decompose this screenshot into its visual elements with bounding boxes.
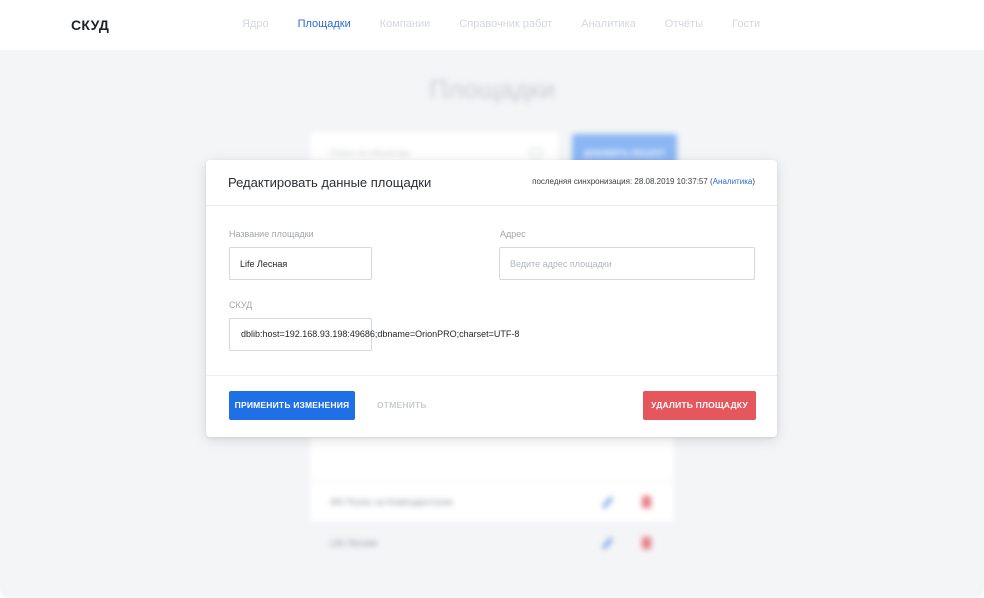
app-logo[interactable]: СКУД bbox=[71, 17, 109, 33]
nav-item-core[interactable]: Ядро bbox=[242, 18, 269, 30]
site-name-label: Название площадки bbox=[229, 229, 314, 239]
cancel-button[interactable]: ОТМЕНИТЬ bbox=[377, 391, 427, 420]
skud-connection-input[interactable]: dblib:host=192.168.93.198:49686;dbname=O… bbox=[229, 318, 519, 351]
nav-item-work-directory[interactable]: Справочник работ bbox=[459, 18, 552, 30]
nav-item-reports[interactable]: Отчёты bbox=[665, 18, 703, 30]
pencil-icon bbox=[602, 537, 613, 550]
sync-analytics-link[interactable]: Аналитика bbox=[713, 177, 753, 186]
modal-title: Редактировать данные площадки bbox=[228, 175, 432, 190]
nav-item-sites[interactable]: Площадки bbox=[298, 18, 351, 30]
sync-status-suffix: ) bbox=[752, 177, 755, 186]
address-input[interactable] bbox=[499, 247, 755, 280]
edit-site-modal: Редактировать данные площадки последняя … bbox=[206, 160, 777, 437]
trash-icon bbox=[642, 496, 651, 508]
skud-label: СКУД bbox=[229, 300, 253, 310]
apply-changes-button[interactable]: ПРИМЕНИТЬ ИЗМЕНЕНИЯ bbox=[229, 391, 355, 420]
top-navbar: СКУД Ядро Площадки Компании Справочник р… bbox=[0, 0, 984, 50]
trash-icon bbox=[642, 537, 651, 549]
list-item-name: Life Лесная bbox=[330, 538, 378, 548]
background-search-placeholder: Поиск по объектам bbox=[330, 148, 410, 158]
sync-status: последняя синхронизация: 28.08.2019 10:3… bbox=[532, 177, 755, 186]
site-name-input[interactable] bbox=[229, 247, 372, 280]
modal-footer: ПРИМЕНИТЬ ИЗМЕНЕНИЯ ОТМЕНИТЬ УДАЛИТЬ ПЛО… bbox=[206, 375, 777, 438]
nav-item-companies[interactable]: Компании bbox=[380, 18, 431, 30]
list-item-name: ЖК Полис на Комендантском bbox=[330, 497, 453, 507]
delete-site-button[interactable]: УДАЛИТЬ ПЛОЩАДКУ bbox=[643, 391, 756, 420]
list-item: ЖК Полис на Комендантском bbox=[310, 482, 674, 523]
sync-status-text: последняя синхронизация: 28.08.2019 10:3… bbox=[532, 177, 713, 186]
pencil-icon bbox=[602, 496, 613, 509]
main-nav: Ядро Площадки Компании Справочник работ … bbox=[242, 18, 789, 30]
search-icon bbox=[530, 147, 542, 159]
page-title: Площадки bbox=[429, 74, 555, 104]
address-label: Адрес bbox=[500, 229, 526, 239]
nav-item-analytics[interactable]: Аналитика bbox=[581, 18, 635, 30]
list-item: Life Лесная bbox=[310, 523, 674, 564]
nav-item-guests[interactable]: Гости bbox=[732, 18, 760, 30]
modal-header: Редактировать данные площадки последняя … bbox=[206, 160, 777, 206]
